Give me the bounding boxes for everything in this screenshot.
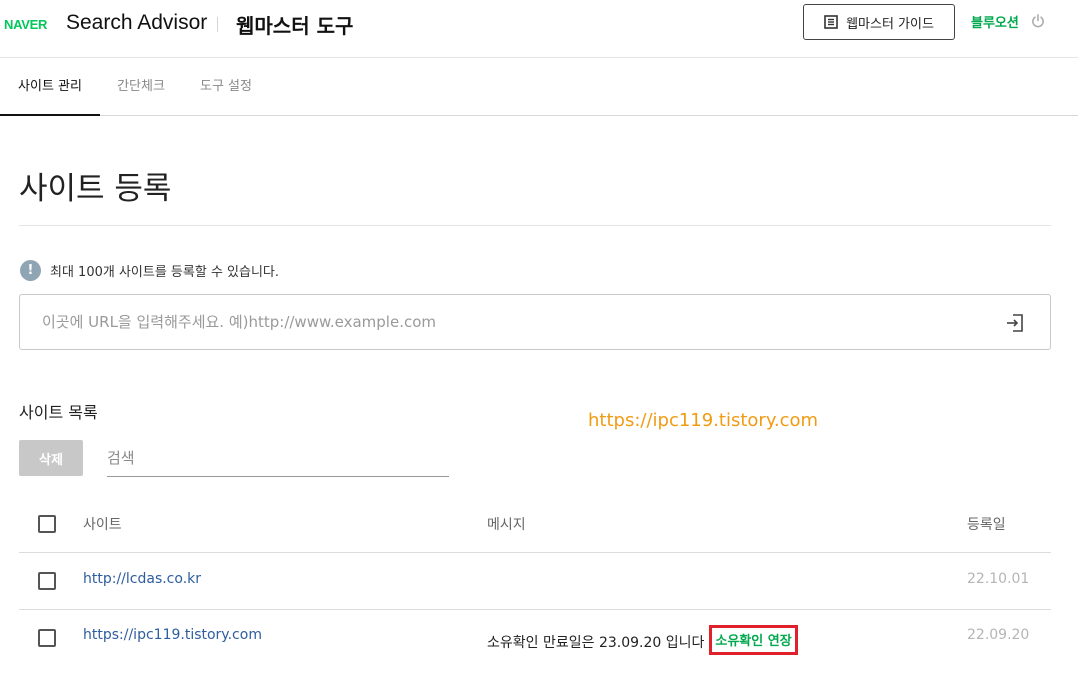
- main-tabs: 사이트 관리 간단체크 도구 설정: [0, 58, 1078, 116]
- message-cell: 소유확인 만료일은 23.09.20 입니다 소유확인 연장: [487, 625, 798, 657]
- watermark-text: https://ipc119.tistory.com: [588, 410, 819, 431]
- tab-site-management[interactable]: 사이트 관리: [0, 58, 100, 116]
- enter-icon[interactable]: [1004, 312, 1026, 334]
- info-icon: !: [20, 260, 41, 281]
- registration-notice: ! 최대 100개 사이트를 등록할 수 있습니다.: [20, 260, 279, 281]
- site-list-title: 사이트 목록: [19, 403, 98, 422]
- url-input-box: [19, 294, 1051, 350]
- naver-logo[interactable]: NAVER: [4, 17, 47, 32]
- url-input[interactable]: [42, 309, 962, 335]
- tab-quick-check[interactable]: 간단체크: [106, 58, 176, 116]
- tab-tool-settings[interactable]: 도구 설정: [190, 58, 262, 116]
- book-icon: [824, 15, 838, 29]
- delete-button[interactable]: 삭제: [19, 440, 83, 476]
- row-checkbox[interactable]: [38, 629, 56, 647]
- table-header: 사이트 메시지 등록일: [19, 495, 1051, 553]
- page-title: 사이트 등록: [19, 171, 172, 207]
- extend-ownership-link[interactable]: 소유확인 연장: [709, 625, 798, 655]
- tool-title[interactable]: 웹마스터 도구: [236, 10, 353, 39]
- top-header: NAVER Search Advisor 웹마스터 도구 웹마스터 가이드 블루…: [0, 0, 1078, 58]
- expiry-message: 소유확인 만료일은 23.09.20 입니다: [487, 635, 705, 651]
- search-field: [107, 440, 449, 477]
- guide-button-label: 웹마스터 가이드: [846, 16, 934, 32]
- user-name[interactable]: 블루오션: [971, 12, 1019, 31]
- select-all-checkbox[interactable]: [38, 515, 56, 533]
- registered-date: 22.09.20: [967, 627, 1030, 643]
- column-header-date: 등록일: [967, 517, 1006, 533]
- table-row: http://lcdas.co.kr 22.10.01: [19, 553, 1051, 610]
- registered-date: 22.10.01: [967, 571, 1030, 587]
- webmaster-guide-button[interactable]: 웹마스터 가이드: [803, 4, 955, 40]
- row-checkbox[interactable]: [38, 572, 56, 590]
- title-divider: [19, 225, 1051, 226]
- search-input[interactable]: [107, 446, 447, 470]
- table-row: https://ipc119.tistory.com 소유확인 만료일은 23.…: [19, 610, 1051, 666]
- column-header-message: 메시지: [487, 517, 526, 533]
- column-header-site: 사이트: [83, 517, 122, 533]
- header-divider: [217, 17, 218, 32]
- site-link[interactable]: https://ipc119.tistory.com: [83, 627, 262, 643]
- product-name[interactable]: Search Advisor: [66, 11, 207, 35]
- power-icon[interactable]: [1030, 13, 1046, 29]
- site-link[interactable]: http://lcdas.co.kr: [83, 571, 201, 587]
- notice-text: 최대 100개 사이트를 등록할 수 있습니다.: [50, 265, 280, 280]
